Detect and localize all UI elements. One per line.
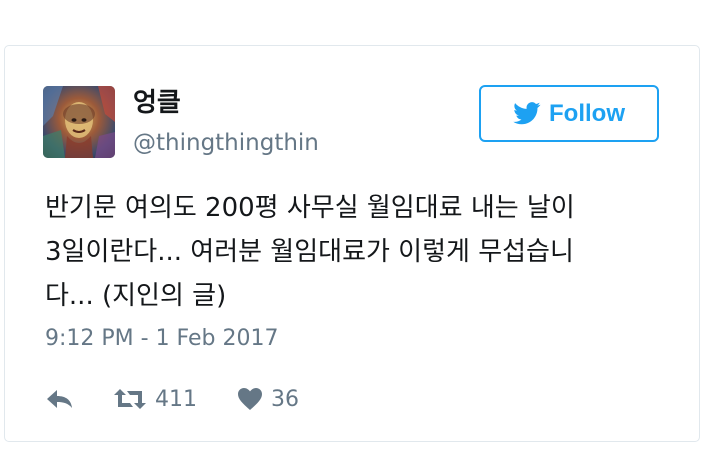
avatar[interactable] <box>43 86 115 158</box>
avatar-image <box>43 86 115 158</box>
heart-icon <box>237 387 263 411</box>
tweet-text: 반기문 여의도 200평 사무실 월임대료 내는 날이 3일이란다... 여러분… <box>45 193 575 311</box>
follow-label: Follow <box>549 99 625 127</box>
retweet-count: 411 <box>155 386 197 412</box>
like-count: 36 <box>271 386 299 412</box>
follow-button[interactable]: Follow <box>479 85 659 142</box>
reply-button[interactable] <box>45 388 75 410</box>
tweet-actions: 411 36 <box>45 383 299 415</box>
display-name[interactable]: 엉클 <box>133 86 181 120</box>
tweet-card: 엉클 @thingthingthin Follow 반기문 여의도 200평 사… <box>4 45 700 442</box>
twitter-bird-icon <box>513 102 541 125</box>
tweet-timestamp[interactable]: 9:12 PM - 1 Feb 2017 <box>45 324 279 354</box>
retweet-icon <box>113 387 147 411</box>
like-button[interactable]: 36 <box>237 387 299 412</box>
reply-icon <box>45 388 75 410</box>
retweet-button[interactable]: 411 <box>113 387 197 412</box>
user-handle[interactable]: @thingthingthin <box>133 128 319 158</box>
